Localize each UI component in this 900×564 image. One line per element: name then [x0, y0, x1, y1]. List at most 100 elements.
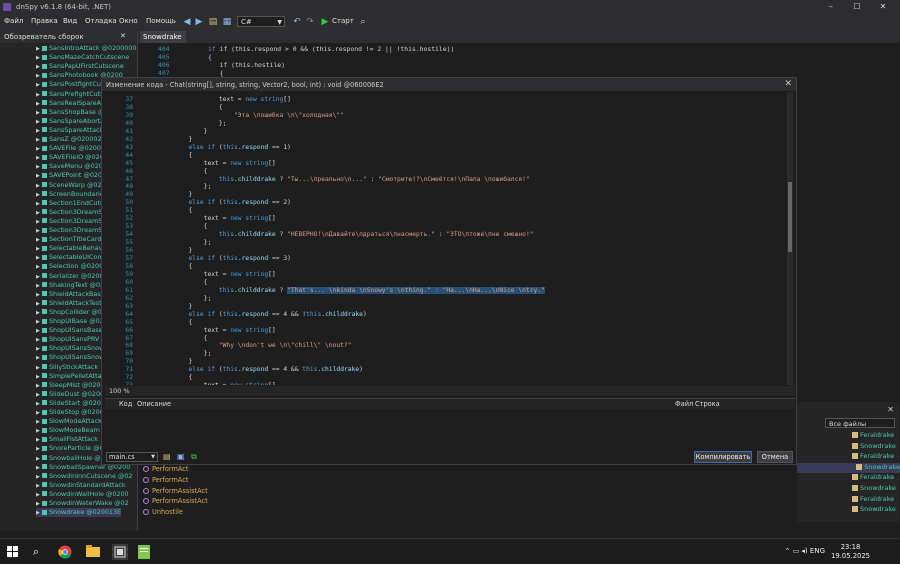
tree-item[interactable]: ▶ SansZ @0200021: [36, 135, 106, 144]
tree-item[interactable]: ▶ Selection @0200: [36, 262, 103, 271]
language-indicator[interactable]: ENG: [810, 547, 825, 555]
col-file[interactable]: Файл: [675, 400, 693, 408]
tree-item[interactable]: ▶ SansMazeCatchCutscene: [36, 53, 129, 62]
tree-item[interactable]: ▶ Snowdrake @020013E: [36, 508, 122, 518]
menu-file[interactable]: Файл: [4, 17, 23, 25]
tree-item[interactable]: ▶ ShopCollider @02: [36, 308, 106, 317]
add-file-icon[interactable]: ▣: [177, 452, 185, 461]
zoom-level[interactable]: 100 %: [109, 387, 130, 395]
tree-item[interactable]: ▶ SimplePelletAtta: [36, 372, 102, 381]
result-item[interactable]: Feraldrake: [852, 452, 894, 462]
col-description[interactable]: Описание: [137, 400, 171, 408]
code-editor[interactable]: 37 text = new string[] 38 {39 "Эта \пошиб…: [105, 92, 795, 385]
tree-item[interactable]: ▶ SnowdinStandardAttack: [36, 481, 126, 490]
windows-start-icon[interactable]: [7, 546, 18, 557]
file-explorer-icon[interactable]: [86, 545, 100, 559]
close-button[interactable]: ✕: [872, 1, 894, 13]
undo-icon[interactable]: ↶: [292, 17, 302, 27]
dnspy-taskbar-icon[interactable]: [112, 544, 128, 560]
tree-item[interactable]: ▶ Serializer @0200: [36, 272, 103, 281]
language-select[interactable]: C# ▼: [237, 16, 285, 27]
tree-item[interactable]: ▶ ShopUIBase @020: [36, 317, 108, 326]
col-code[interactable]: Код: [119, 400, 132, 408]
back-icon[interactable]: ◀: [182, 17, 192, 27]
tree-item[interactable]: ▶ SansSpareAttack: [36, 126, 103, 135]
result-item[interactable]: Snowdrake: [852, 484, 896, 494]
tree-item[interactable]: ▶ ShieldAttackBase: [36, 290, 105, 299]
tree-item[interactable]: ▶ SlideStop @0200: [36, 408, 104, 417]
tree-item[interactable]: ▶ SelectableUICom: [36, 253, 104, 262]
open-folder-icon[interactable]: ▤: [208, 17, 218, 27]
network-icon[interactable]: ▭: [793, 547, 800, 555]
scrollbar-thumb[interactable]: [788, 182, 792, 252]
panel-close-icon[interactable]: ✕: [120, 32, 126, 40]
search-icon[interactable]: ⌕: [33, 545, 47, 559]
tree-item[interactable]: ▶ Section3DreamSe: [36, 208, 106, 217]
menu-edit[interactable]: Правка: [31, 17, 58, 25]
compile-button[interactable]: Компилировать: [694, 451, 752, 463]
menu-view[interactable]: Вид: [63, 17, 77, 25]
file-filter-select[interactable]: Все файлы: [825, 418, 895, 428]
tree-item[interactable]: ▶ SAVEFileIO @020: [36, 153, 104, 162]
tree-item[interactable]: ▶ SAVEFile @0200: [36, 144, 101, 153]
dialog-close-icon[interactable]: ✕: [784, 79, 792, 89]
tree-item[interactable]: ▶ SlowModeAttack: [36, 417, 102, 426]
tree-item[interactable]: ▶ SnowdinInnCutscene @02: [36, 472, 132, 481]
selected-text[interactable]: "That's... \nkinda \nSnowy's \nthing." :…: [287, 286, 545, 294]
result-item[interactable]: Snowdrake: [852, 442, 896, 452]
tree-item[interactable]: ▶ SaveMenu @020: [36, 162, 103, 171]
tree-item[interactable]: ▶ SleepMist @0200: [36, 381, 105, 390]
tree-item[interactable]: ▶ ScreenBoundarie: [36, 190, 104, 199]
tree-item[interactable]: ▶ SansRealSpareAtt: [36, 99, 106, 108]
tree-item[interactable]: ▶ Section3DreamSt: [36, 226, 105, 235]
tree-item[interactable]: ▶ SnowdinWaterWake @02: [36, 499, 129, 508]
open-folder-icon[interactable]: ▤: [163, 452, 171, 461]
tree-item[interactable]: ▶ SnoreParticle @0: [36, 444, 104, 453]
tree-item[interactable]: ▶ SlideStart @0200: [36, 399, 105, 408]
tree-item[interactable]: ▶ SillyStickAttack: [36, 363, 98, 372]
tree-item[interactable]: ▶ ShieldAttackTest: [36, 299, 102, 308]
tree-item[interactable]: ▶ SceneWarp @020: [36, 181, 106, 190]
tree-item[interactable]: ▶ Section1EndCuts: [36, 199, 103, 208]
start-icon[interactable]: ▶: [320, 17, 330, 27]
tree-item[interactable]: ▶ ShakingText @02: [36, 281, 104, 290]
tree-item[interactable]: ▶ SansIntroAttack @0200000: [36, 44, 136, 53]
tree-item[interactable]: ▶ SelectableBehav: [36, 244, 102, 253]
result-item[interactable]: Feraldrake: [852, 495, 894, 505]
tree-item[interactable]: ▶ SlideDust @0200: [36, 390, 104, 399]
tree-item[interactable]: ▶ SansSpareAbortAt: [36, 117, 107, 126]
tree-item[interactable]: ▶ SansPostfightCutsc: [36, 80, 110, 89]
clock[interactable]: 23:18 19.05.2025: [831, 543, 870, 561]
redo-icon[interactable]: ↷: [305, 17, 315, 27]
tree-item[interactable]: ▶ SlowModeBeam: [36, 426, 100, 435]
cancel-button[interactable]: Отмена: [757, 451, 793, 463]
maximize-button[interactable]: ☐: [846, 1, 868, 13]
add-reference-icon[interactable]: ⧉: [191, 452, 197, 462]
menu-debug[interactable]: Отладка: [85, 17, 117, 25]
tree-item[interactable]: ▶ ShopUISansBase: [36, 326, 103, 335]
search-icon[interactable]: ⌕: [358, 17, 368, 27]
save-all-icon[interactable]: ▦: [222, 17, 232, 27]
notepad-icon[interactable]: [138, 545, 152, 559]
method-item[interactable]: PerformAct: [143, 476, 189, 486]
editor-scrollbar[interactable]: [787, 92, 793, 385]
result-item[interactable]: Snowdrake: [797, 462, 900, 473]
result-item[interactable]: Snowdrake: [852, 505, 896, 515]
method-item[interactable]: Unhostile: [143, 508, 183, 518]
tree-item[interactable]: ▶ SAVEPoint @0200: [36, 171, 106, 180]
tree-item[interactable]: ▶ ShopUISansPRV: [36, 335, 99, 344]
method-item[interactable]: PerformAssistAct: [143, 497, 208, 507]
forward-icon[interactable]: ▶: [194, 17, 204, 27]
result-item[interactable]: Feraldrake: [852, 473, 894, 483]
method-item[interactable]: PerformAssistAct: [143, 487, 208, 497]
tree-item[interactable]: ▶ SansPapUFirstCutscene: [36, 62, 124, 71]
menu-help[interactable]: Помощь: [146, 17, 176, 25]
tree-item[interactable]: ▶ SmallFistAttack: [36, 435, 98, 444]
volume-icon[interactable]: ◂): [801, 547, 807, 555]
tree-item[interactable]: ▶ SansPrefightCuts: [36, 90, 104, 99]
minimize-button[interactable]: –: [820, 1, 842, 13]
tab-snowdrake[interactable]: Snowdrake: [140, 31, 186, 43]
result-item[interactable]: Feraldrake: [852, 431, 894, 441]
tree-item[interactable]: ▶ Section3DreamSi: [36, 217, 104, 226]
chrome-icon[interactable]: [58, 545, 72, 559]
